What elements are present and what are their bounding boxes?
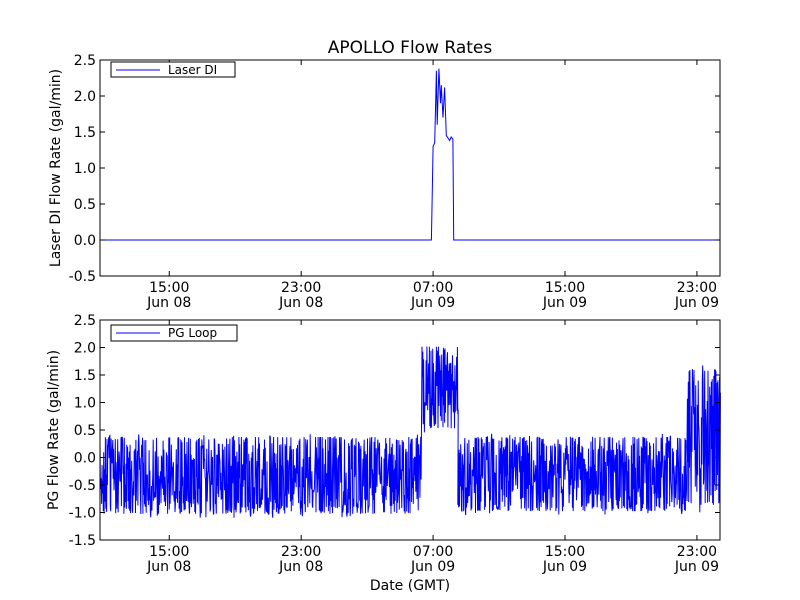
pg-loop-x-tick-date: Jun 08: [146, 559, 191, 575]
pg-loop-y-tick-label: 2.5: [74, 313, 96, 329]
laser-di-x-tick-date: Jun 08: [278, 295, 323, 311]
pg-loop-y-tick-label: 2.0: [74, 341, 96, 357]
pg-loop-y-tick-label: 0.5: [74, 423, 96, 439]
pg-loop-x-tick-time: 23:00: [281, 544, 321, 560]
pg-loop-x-tick-time: 07:00: [413, 544, 453, 560]
pg-loop-x-tick-date: Jun 09: [542, 559, 587, 575]
laser-di-x-tick-time: 15:00: [545, 280, 585, 296]
chart-title: APOLLO Flow Rates: [328, 38, 493, 58]
laser-di-y-tick-label: 1.5: [74, 125, 96, 141]
laser-di-y-tick-label: 2.0: [74, 89, 96, 105]
pg-loop-y-tick-label: -1.5: [69, 533, 96, 549]
pg-loop-legend-label: PG Loop: [168, 326, 217, 340]
laser-di-x-tick-time: 07:00: [413, 280, 453, 296]
pg-loop-y-tick-label: -0.5: [69, 478, 96, 494]
pg-loop-legend: PG Loop: [110, 324, 238, 342]
pg-loop-y-tick-label: 1.0: [74, 396, 96, 412]
pg-loop-x-tick-time: 15:00: [545, 544, 585, 560]
pg-loop-x-tick-date: Jun 09: [674, 559, 719, 575]
laser-di-x-tick-date: Jun 09: [542, 295, 587, 311]
laser-di-x-tick-date: Jun 09: [674, 295, 719, 311]
laser-di-y-tick-label: 1.0: [74, 161, 96, 177]
pg-loop-x-tick-time: 23:00: [677, 544, 717, 560]
laser-di-y-tick-label: -0.5: [69, 269, 96, 285]
laser-di-y-tick-label: 0.0: [74, 233, 96, 249]
pg-loop-x-tick-time: 15:00: [149, 544, 189, 560]
laser-di-y-tick-label: 2.5: [74, 53, 96, 69]
laser-di-y-axis-label: Laser DI Flow Rate (gal/min): [48, 69, 64, 267]
pg-loop-y-tick-label: 1.5: [74, 368, 96, 384]
laser-di-x-tick-time: 23:00: [281, 280, 321, 296]
pg-loop-x-tick-date: Jun 09: [410, 559, 455, 575]
laser-di-x-tick-time: 15:00: [149, 280, 189, 296]
laser-di-x-tick-date: Jun 08: [146, 295, 191, 311]
pg-loop-y-tick-label: 0.0: [74, 451, 96, 467]
laser-di-x-tick-time: 23:00: [677, 280, 717, 296]
laser-di-legend: Laser DI: [110, 61, 236, 78]
pg-loop-y-tick-label: -1.0: [69, 506, 96, 522]
pg-loop-y-axis-label: PG Flow Rate (gal/min): [46, 350, 62, 510]
figure: APOLLO Flow Rates -0.5 0.0 0.5 1.0 1.5 2.0 2.5…: [0, 0, 800, 600]
pg-loop-x-tick-date: Jun 08: [278, 559, 323, 575]
laser-di-y-tick-label: 0.5: [74, 197, 96, 213]
x-axis-label: Date (GMT): [370, 578, 450, 594]
laser-di-legend-label: Laser DI: [168, 63, 217, 77]
laser-di-x-tick-date: Jun 09: [410, 295, 455, 311]
